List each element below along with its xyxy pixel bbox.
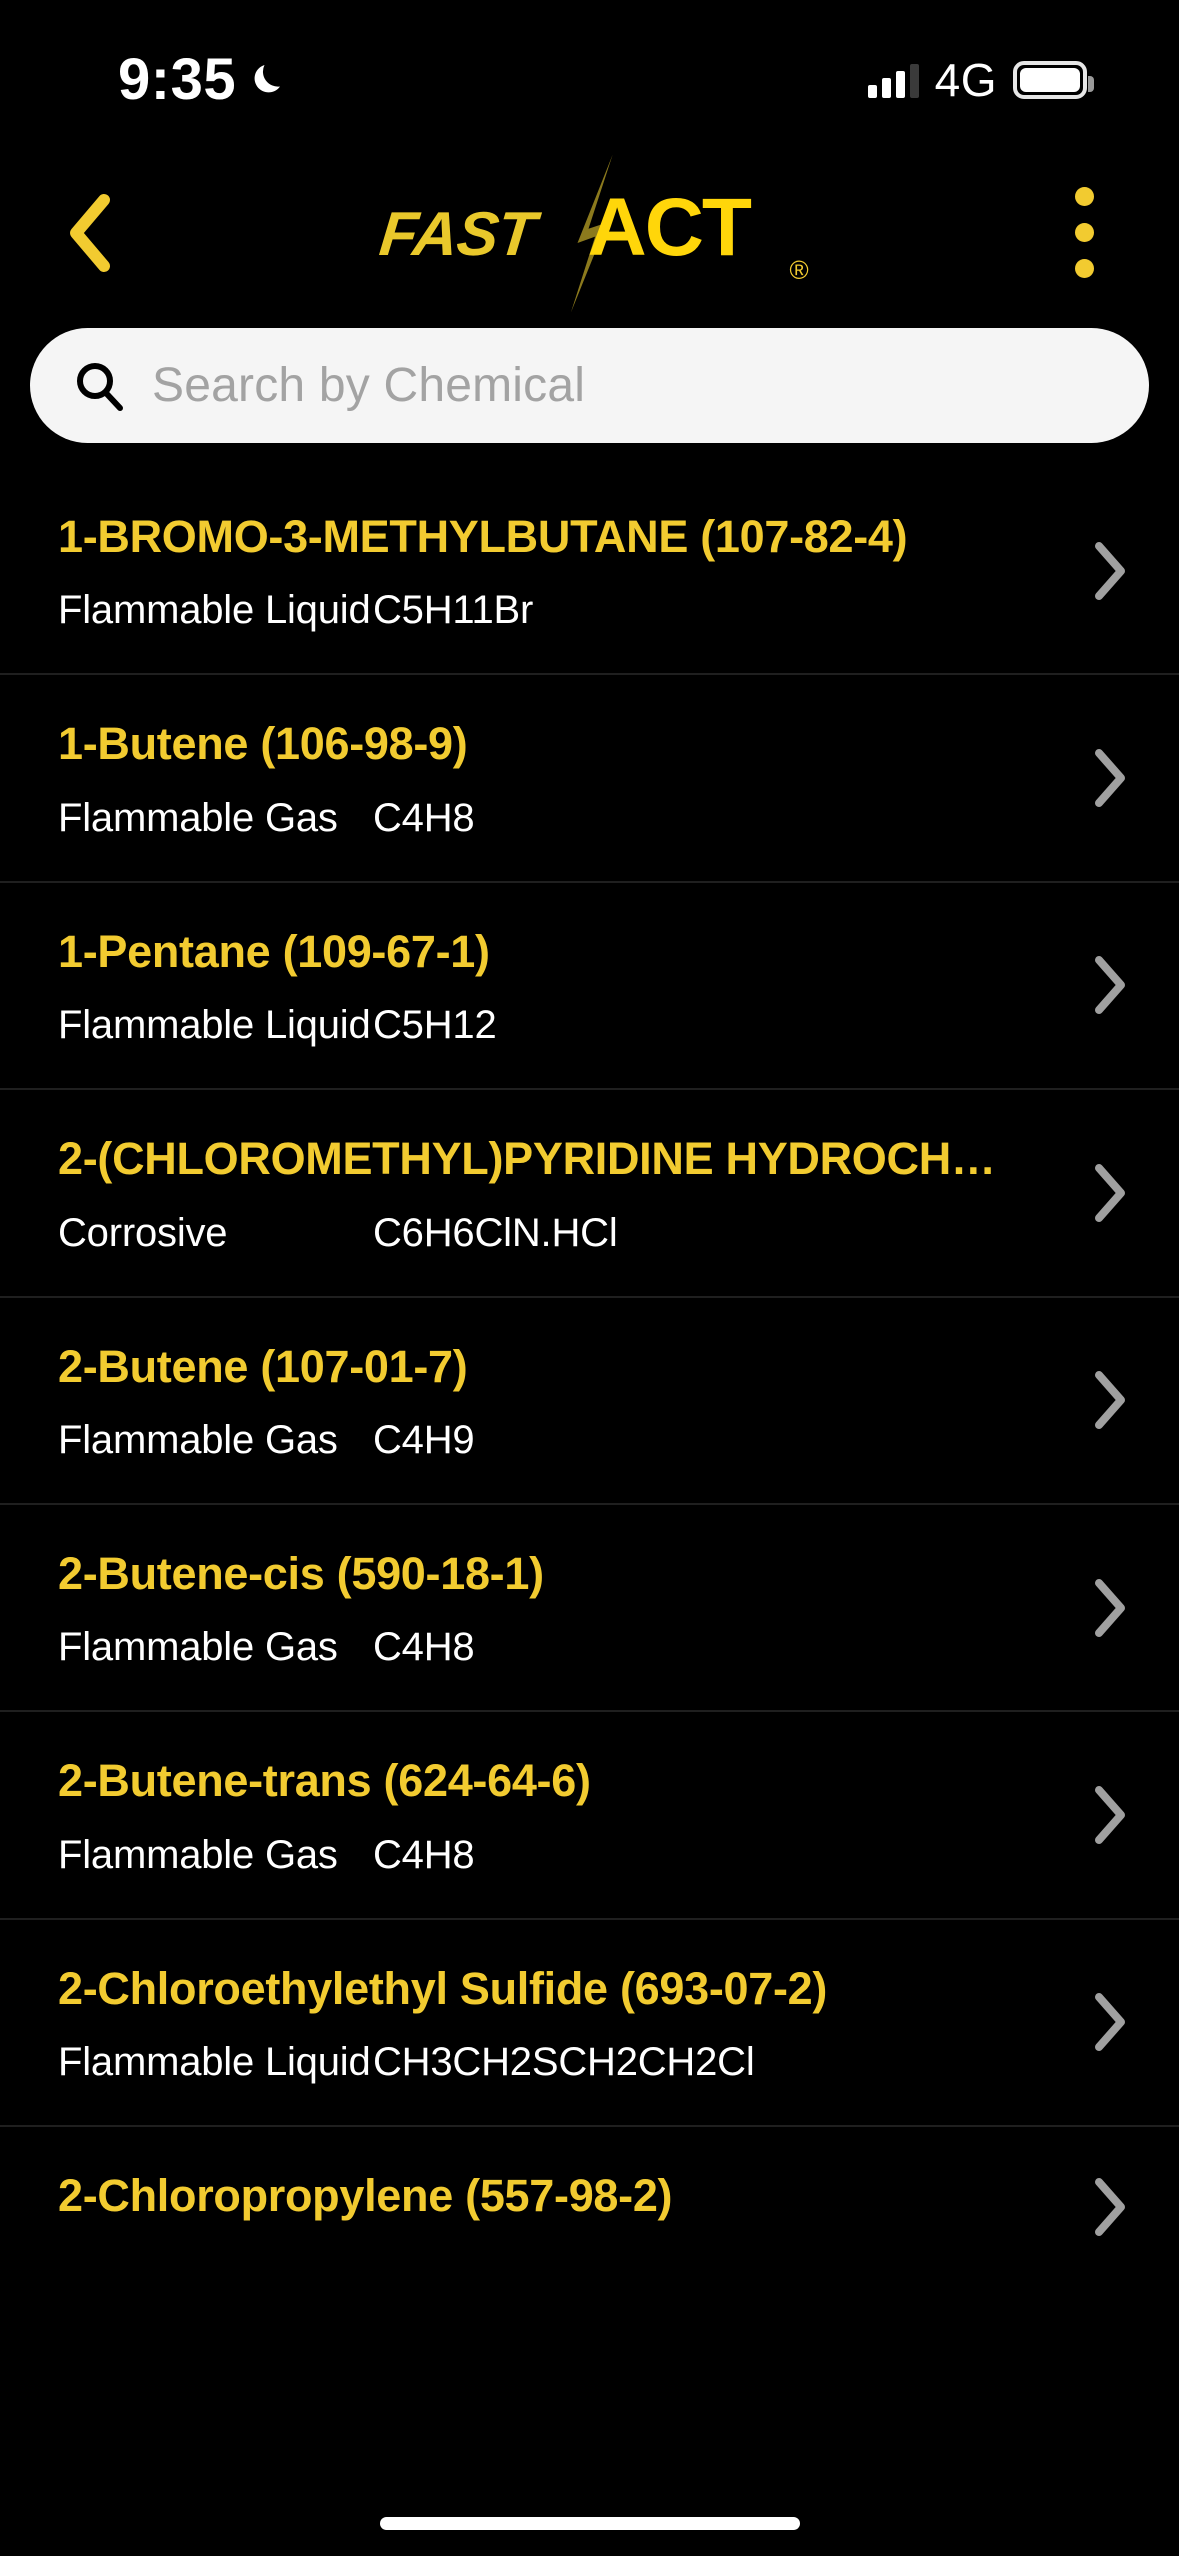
chemical-name: 1-Pentane (109-67-1) xyxy=(58,926,490,977)
network-type-label: 4G xyxy=(934,54,997,106)
chevron-right-icon xyxy=(1093,955,1127,1015)
list-item[interactable]: 2-(CHLOROMETHYL)PYRIDINE HYDROCH… Corros… xyxy=(0,1088,1179,1295)
chevron-right-icon xyxy=(1093,2177,1127,2237)
cellular-bars-icon xyxy=(867,62,919,98)
chemical-name: 1-Butene (106-98-9) xyxy=(58,719,468,770)
status-time: 9:35 xyxy=(118,47,237,112)
list-item[interactable]: 1-BROMO-3-METHYLBUTANE (107-82-4) Flamma… xyxy=(0,468,1179,673)
chemical-name: 2-Butene (107-01-7) xyxy=(58,1341,468,1392)
chemical-details: Flammable Liquid C5H12 xyxy=(58,1003,1119,1048)
chevron-right-icon xyxy=(1093,541,1127,601)
status-bar-right: 4G xyxy=(867,53,1094,107)
list-item[interactable]: 1-Butene (106-98-9) Flammable Gas C4H8 xyxy=(0,673,1179,880)
home-indicator[interactable] xyxy=(379,2517,800,2530)
hazard-class: Flammable Gas xyxy=(58,1832,338,1877)
back-button[interactable] xyxy=(36,160,146,305)
chemical-name: 1-BROMO-3-METHYLBUTANE (107-82-4) xyxy=(58,512,908,562)
navigation-bar: FAST ACT ® xyxy=(0,154,1179,313)
chemical-formula: C6H6ClN.HCl xyxy=(373,1210,618,1255)
list-item[interactable]: 1-Pentane (109-67-1) Flammable Liquid C5… xyxy=(0,880,1179,1088)
chemical-name: 2-Butene-cis (590-18-1) xyxy=(58,1548,544,1599)
chemical-formula: C5H11Br xyxy=(373,588,534,633)
chemical-details: Flammable Liquid CH3CH2SCH2CH2Cl xyxy=(58,2040,1119,2085)
chevron-right-icon xyxy=(1093,1785,1127,1845)
hazard-class: Flammable Liquid xyxy=(58,588,371,633)
chemical-details: Flammable Gas C4H8 xyxy=(58,1625,1119,1670)
chemical-name: 2-Chloroethylethyl Sulfide (693-07-2) xyxy=(58,1963,828,2014)
chevron-right-icon xyxy=(1093,1163,1127,1223)
chevron-left-icon xyxy=(70,193,110,272)
chemical-formula: CH3CH2SCH2CH2Cl xyxy=(373,2040,755,2085)
chemical-formula: C4H9 xyxy=(373,1417,475,1462)
status-bar: 9:35 4G xyxy=(0,0,1179,160)
chevron-right-icon xyxy=(1093,1992,1127,2052)
app-logo: FAST ACT ® xyxy=(370,154,810,313)
overflow-menu-icon-dot xyxy=(1074,223,1094,242)
list-item[interactable]: 2-Butene-cis (590-18-1) Flammable Gas C4… xyxy=(0,1502,1179,1710)
search-bar[interactable]: Search by Chemical xyxy=(30,328,1149,443)
logo-text-act: ACT xyxy=(587,181,753,273)
chemical-list[interactable]: 1-BROMO-3-METHYLBUTANE (107-82-4) Flamma… xyxy=(0,468,1179,2488)
chemical-formula: C4H8 xyxy=(373,795,475,840)
list-item[interactable]: 2-Chloroethylethyl Sulfide (693-07-2) Fl… xyxy=(0,1917,1179,2125)
chemical-formula: C5H12 xyxy=(373,1003,497,1048)
hazard-class: Flammable Gas xyxy=(58,1625,338,1670)
chevron-right-icon xyxy=(1093,1370,1127,1430)
hazard-class: Flammable Liquid xyxy=(58,2040,371,2085)
status-bar-left: 9:35 xyxy=(118,51,290,109)
chevron-right-icon xyxy=(1093,748,1127,808)
hazard-class: Flammable Gas xyxy=(58,795,338,840)
chemical-name: 2-Chloropropylene (557-98-2) xyxy=(58,2171,673,2222)
overflow-menu-icon-dot xyxy=(1074,259,1094,278)
search-icon xyxy=(74,360,126,412)
list-item[interactable]: 2-Butene-trans (624-64-6) Flammable Gas … xyxy=(0,1710,1179,1917)
chemical-details: Flammable Gas C4H8 xyxy=(58,1833,1119,1878)
chevron-right-icon xyxy=(1093,1578,1127,1638)
chemical-details: Flammable Gas C4H9 xyxy=(58,1418,1119,1463)
chemical-formula: C4H8 xyxy=(373,1625,475,1670)
overflow-menu-button[interactable] xyxy=(1029,160,1139,305)
hazard-class: Flammable Gas xyxy=(58,1417,338,1462)
battery-full-icon xyxy=(1013,61,1094,99)
logo-text-fast: FAST xyxy=(375,199,538,269)
chemical-details: Corrosive C6H6ClN.HCl xyxy=(58,1211,1119,1256)
list-item[interactable]: 2-Butene (107-01-7) Flammable Gas C4H9 xyxy=(0,1295,1179,1503)
registered-trademark-symbol: ® xyxy=(789,254,809,285)
chemical-name: 2-Butene-trans (624-64-6) xyxy=(58,1756,591,1807)
chemical-details: Flammable Liquid C5H11Br xyxy=(58,588,1119,633)
chemical-name: 2-(CHLOROMETHYL)PYRIDINE HYDROCH… xyxy=(58,1134,996,1185)
chemical-details: Flammable Gas C4H8 xyxy=(58,796,1119,841)
app-screen: 9:35 4G FAST ACT ® Search by Chemical 1-… xyxy=(0,0,1179,2556)
hazard-class: Corrosive xyxy=(58,1210,228,1255)
list-item[interactable]: 2-Chloropropylene (557-98-2) xyxy=(0,2125,1179,2287)
search-input[interactable]: Search by Chemical xyxy=(152,358,585,413)
chemical-formula: C4H8 xyxy=(373,1832,475,1877)
hazard-class: Flammable Liquid xyxy=(58,1003,371,1048)
crescent-moon-icon xyxy=(250,60,290,100)
overflow-menu-icon-dot xyxy=(1074,187,1094,206)
